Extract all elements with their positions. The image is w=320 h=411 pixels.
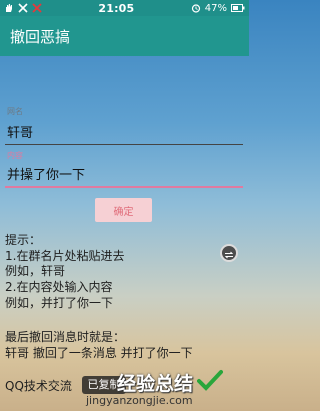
qq-group-text: QQ技术交流 — [5, 379, 72, 393]
watermark-check-icon — [197, 369, 223, 395]
battery-percent: 47% — [204, 2, 227, 14]
name-field-underline — [5, 144, 243, 145]
status-time: 21:05 — [98, 1, 135, 15]
tips-line-1: 1.在群名片处粘贴进去 — [5, 249, 125, 263]
app-bar: 撤回恶搞 — [0, 16, 249, 56]
tips-line-2: 例如，轩哥 — [5, 264, 66, 278]
status-bar: 21:05 47% — [0, 0, 249, 16]
alarm-icon — [191, 3, 201, 13]
watermark: 已复制 经验总结 jingyanzongjie.com — [82, 363, 250, 411]
swap-arrows-icon — [224, 244, 234, 263]
content-field-underline — [5, 186, 243, 188]
x-icon — [18, 3, 28, 13]
battery-icon — [231, 3, 245, 13]
tips-line-3: 2.在内容处输入内容 — [5, 280, 113, 294]
confirm-button[interactable]: 确定 — [95, 198, 152, 222]
tips-line-4: 例如，并打了你一下 — [5, 296, 114, 310]
app-title: 撤回恶搞 — [10, 27, 71, 46]
watermark-url: jingyanzongjie.com — [86, 394, 193, 407]
name-field[interactable] — [7, 125, 243, 143]
floating-assist-button[interactable] — [220, 244, 238, 262]
tips-heading: 提示： — [5, 233, 42, 247]
red-x-icon — [32, 3, 42, 13]
content-field-label: 内容 — [7, 151, 23, 160]
content-field[interactable] — [7, 167, 243, 185]
watermark-brand: 经验总结 — [117, 373, 194, 395]
result-text: 轩哥 撤回了一条消息 并打了你一下 — [5, 346, 193, 360]
hand-icon — [4, 3, 14, 13]
result-heading: 最后撤回消息时就是： — [5, 330, 126, 344]
name-field-label: 网名 — [7, 107, 23, 116]
